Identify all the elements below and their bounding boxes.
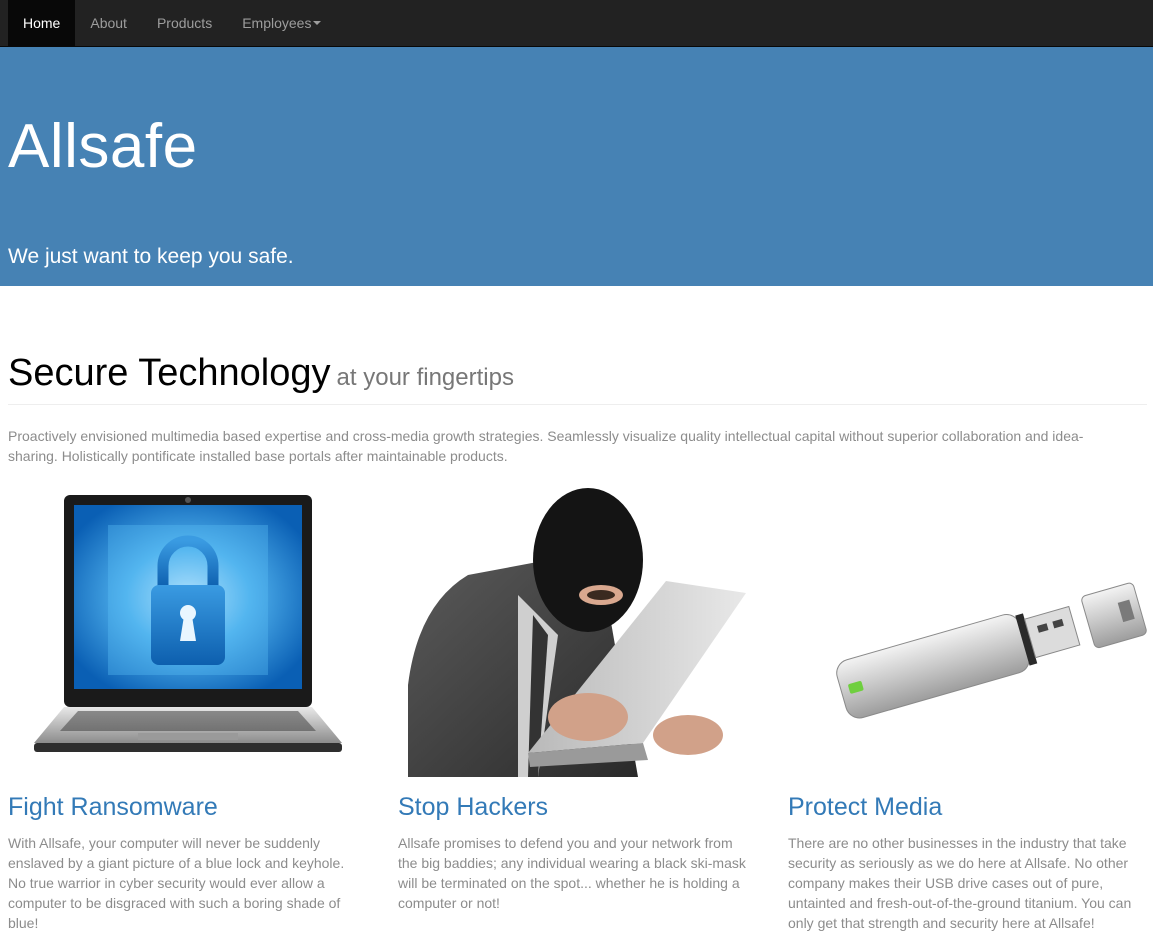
nav-about[interactable]: About <box>75 0 142 46</box>
hero-tagline: We just want to keep you safe. <box>8 245 294 268</box>
section-header: Secure Technology at your fingertips <box>8 352 1147 405</box>
feature-ransomware-title[interactable]: Fight Ransomware <box>8 793 368 822</box>
nav-products[interactable]: Products <box>142 0 227 46</box>
nav-products-label: Products <box>156 15 213 31</box>
hero-title: Allsafe <box>8 112 198 181</box>
feature-hackers-title[interactable]: Stop Hackers <box>398 793 758 822</box>
feature-hackers-text: Allsafe promises to defend you and your … <box>398 835 746 911</box>
hacker-image <box>398 485 758 777</box>
feature-ransomware-text: With Allsafe, your computer will never b… <box>8 835 345 931</box>
caret-down-icon <box>313 21 322 25</box>
nav-employees-dropdown[interactable]: Employees <box>227 0 336 46</box>
nav-employees-label: Employees <box>242 15 312 31</box>
nav-home[interactable]: Home <box>8 0 76 46</box>
usb-drive-image <box>788 485 1148 777</box>
section-title: Secure Technology <box>8 352 331 394</box>
hero-banner: Allsafe We just want to keep you safe. <box>0 47 1153 286</box>
feature-media-text: There are no other businesses in the ind… <box>788 835 1132 931</box>
feature-media-title[interactable]: Protect Media <box>788 793 1148 822</box>
nav-about-label: About <box>90 15 127 31</box>
laptop-lock-image <box>8 485 368 777</box>
top-navbar: Home About Products Employees <box>0 0 1153 47</box>
feature-hackers: Stop Hackers Allsafe promises to defend … <box>398 485 758 913</box>
feature-ransomware: Fight Ransomware With Allsafe, your comp… <box>8 485 368 933</box>
nav-home-label: Home <box>23 15 61 31</box>
section-subtitle: at your fingertips <box>336 364 514 391</box>
feature-media: Protect Media There are no other busines… <box>788 485 1148 933</box>
intro-paragraph: Proactively envisioned multimedia based … <box>8 428 1084 464</box>
